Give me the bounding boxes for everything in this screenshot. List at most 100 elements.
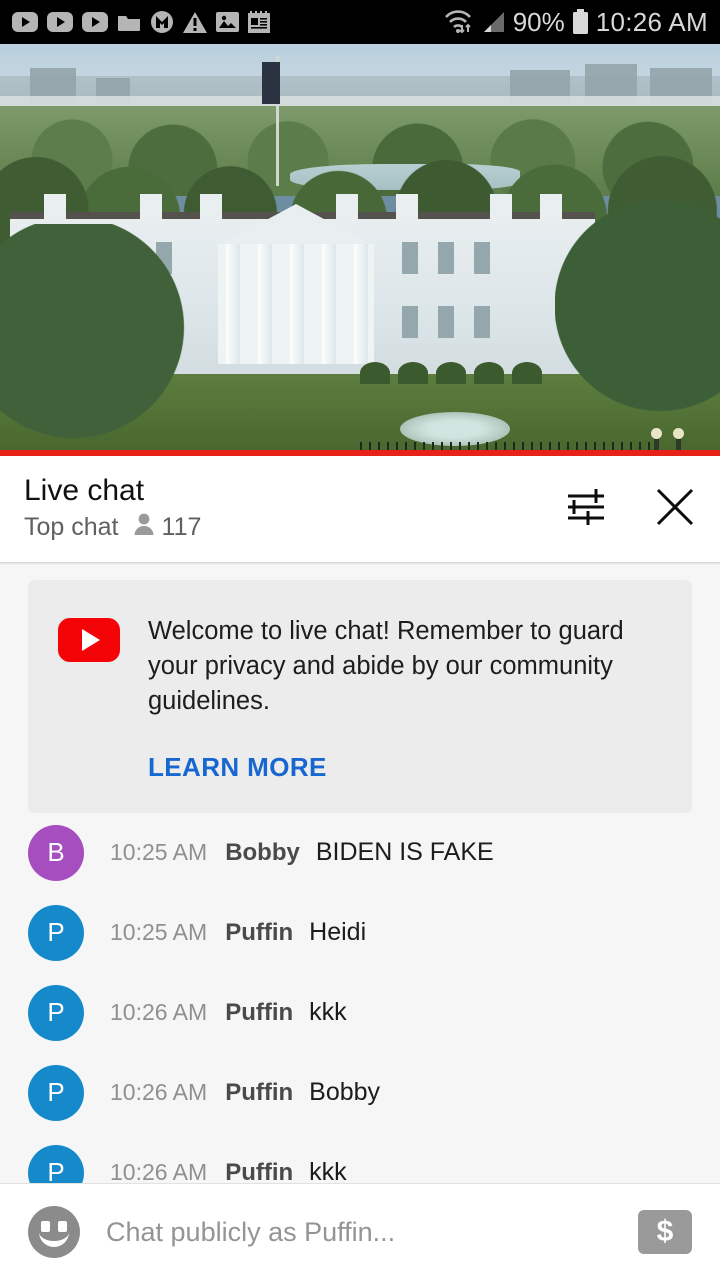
emoji-eye	[41, 1221, 50, 1232]
live-chat-message-list[interactable]: Welcome to live chat! Remember to guard …	[0, 566, 720, 1183]
chat-message-row[interactable]: P 10:25 AM Puffin Heidi	[0, 893, 720, 973]
learn-more-link[interactable]: LEARN MORE	[148, 752, 662, 783]
flag	[262, 62, 280, 104]
avatar-initial: P	[47, 1157, 65, 1183]
foreground-tree-right	[555, 184, 720, 450]
message-timestamp: 10:26 AM	[110, 1079, 208, 1106]
message-author[interactable]: Bobby	[225, 839, 300, 867]
status-bar-system-icons: 90% 10:26 AM	[443, 7, 708, 38]
message-text: kkk	[309, 1158, 347, 1183]
column	[322, 244, 336, 364]
column	[290, 244, 304, 364]
chimney	[490, 194, 512, 220]
close-x-icon[interactable]	[654, 486, 696, 533]
column	[354, 244, 368, 364]
avatar[interactable]: P	[28, 1064, 84, 1121]
video-player[interactable]	[0, 44, 720, 450]
notes-icon	[248, 11, 270, 33]
welcome-message: Welcome to live chat! Remember to guard …	[148, 617, 624, 716]
live-chat-header: Live chat Top chat 117	[0, 456, 720, 562]
youtube-play-icon	[12, 12, 38, 32]
page-title: Live chat	[24, 473, 145, 507]
message-author[interactable]: Puffin	[225, 919, 293, 947]
tune-filter-icon[interactable]	[564, 487, 608, 532]
folder-icon	[117, 12, 141, 32]
shrub	[512, 362, 542, 384]
message-timestamp: 10:25 AM	[110, 919, 208, 946]
avatar[interactable]: B	[28, 824, 84, 881]
message-author[interactable]: Puffin	[225, 999, 293, 1027]
chimney	[396, 194, 418, 220]
battery-percent-label: 90%	[512, 6, 565, 37]
shrub	[398, 362, 428, 384]
avatar-initial: B	[47, 837, 65, 868]
message-text: Bobby	[309, 1078, 381, 1107]
dollar-superchat-icon[interactable]: $	[638, 1210, 692, 1254]
window	[438, 306, 454, 338]
message-author[interactable]: Puffin	[225, 1159, 293, 1183]
emoji-smiley-icon[interactable]	[28, 1206, 80, 1258]
clock-label: 10:26 AM	[595, 6, 708, 37]
chat-message-body: 10:25 AM Puffin Heidi	[110, 918, 366, 947]
gallery-image-icon	[216, 12, 239, 32]
status-bar-notification-icons	[12, 10, 270, 34]
chat-message-body: 10:26 AM Puffin kkk	[110, 1158, 347, 1183]
chat-message-body: 10:26 AM Puffin kkk	[110, 998, 347, 1027]
avatar[interactable]: P	[28, 984, 84, 1041]
welcome-card-body: Welcome to live chat! Remember to guard …	[148, 614, 662, 783]
person-icon	[133, 512, 155, 543]
viewer-count: 117	[133, 512, 202, 543]
shrub	[360, 362, 390, 384]
messages-container: B 10:25 AM Bobby BIDEN IS FAKE P 10:25 AM Puff…	[0, 813, 720, 1183]
window	[402, 242, 418, 274]
window	[474, 306, 490, 338]
warning-triangle-icon	[183, 11, 207, 33]
play-triangle-icon	[82, 629, 100, 651]
message-timestamp: 10:25 AM	[110, 839, 208, 866]
chat-message-row[interactable]: P 10:26 AM Puffin kkk	[0, 973, 720, 1053]
wifi-data-transfer-icon	[443, 9, 473, 35]
status-bar: 90% 10:26 AM	[0, 0, 720, 44]
phone-screen: 90% 10:26 AM Live chat Top chat 117 Welc…	[0, 0, 720, 1280]
message-text: Heidi	[309, 918, 367, 947]
youtube-play-icon	[82, 12, 108, 32]
chat-composer-bar: Chat publicly as Puffin... $	[0, 1183, 720, 1280]
battery-icon	[572, 9, 589, 35]
message-text: kkk	[309, 998, 347, 1027]
chat-mode-label[interactable]: Top chat	[24, 513, 119, 542]
column	[226, 244, 240, 364]
message-author[interactable]: Puffin	[225, 1079, 293, 1107]
window	[474, 242, 490, 274]
chimney	[44, 194, 66, 220]
message-timestamp: 10:26 AM	[110, 1159, 208, 1183]
viewer-count-label: 117	[161, 512, 202, 541]
foreground-tree-left	[0, 224, 200, 450]
chat-message-row[interactable]: P 10:26 AM Puffin kkk	[0, 1133, 720, 1183]
window	[402, 306, 418, 338]
shrub	[474, 362, 504, 384]
welcome-card: Welcome to live chat! Remember to guard …	[28, 580, 692, 813]
message-timestamp: 10:26 AM	[110, 999, 208, 1026]
shrub	[436, 362, 466, 384]
youtube-logo-icon	[58, 618, 120, 662]
m-circle-icon	[150, 10, 174, 34]
avatar[interactable]: P	[28, 1144, 84, 1183]
cell-signal-icon	[480, 10, 506, 34]
live-chat-subheader: Top chat 117	[24, 512, 201, 543]
portico-pediment	[218, 204, 374, 246]
chimney	[140, 194, 162, 220]
live-chat-titles: Live chat Top chat 117	[24, 473, 201, 543]
chat-message-row[interactable]: B 10:25 AM Bobby BIDEN IS FAKE	[0, 813, 720, 893]
column	[258, 244, 272, 364]
chat-input[interactable]: Chat publicly as Puffin...	[106, 1217, 638, 1248]
emoji-mouth	[39, 1232, 69, 1247]
message-text: BIDEN IS FAKE	[315, 838, 494, 867]
avatar-initial: P	[47, 917, 65, 948]
youtube-play-icon	[47, 12, 73, 32]
avatar-initial: P	[47, 1077, 65, 1108]
fountain	[400, 412, 510, 446]
window	[438, 242, 454, 274]
chat-message-row[interactable]: P 10:26 AM Puffin Bobby	[0, 1053, 720, 1133]
avatar[interactable]: P	[28, 904, 84, 961]
live-chat-header-actions	[564, 486, 696, 533]
